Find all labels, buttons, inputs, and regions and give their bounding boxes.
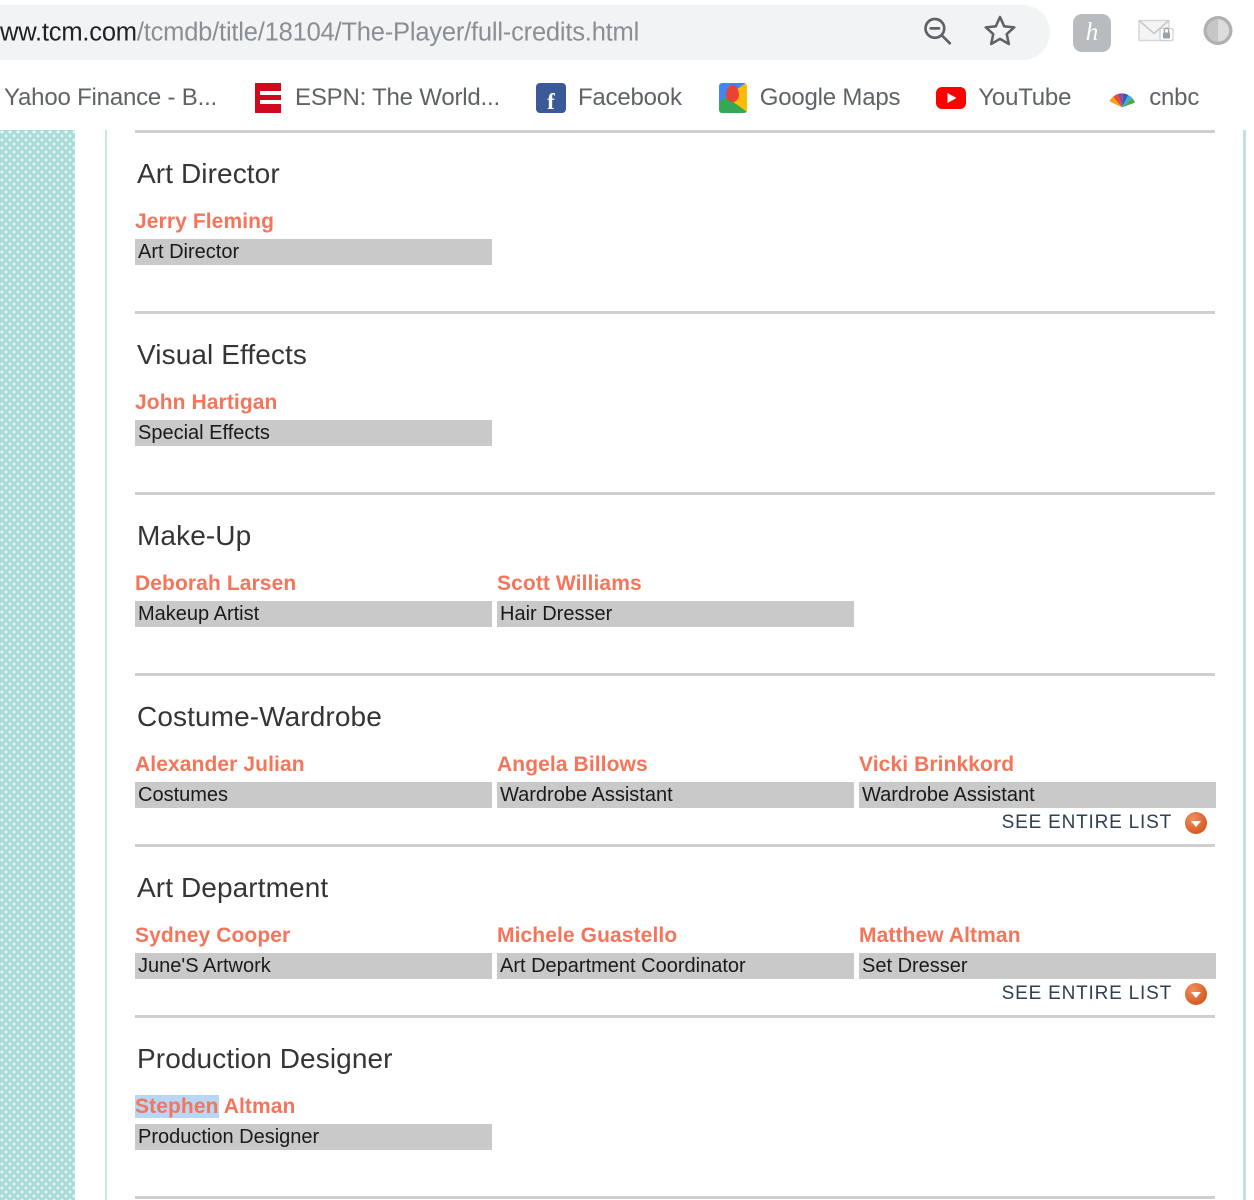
section-title: Production Designer <box>137 1043 393 1074</box>
url-path: /tcmdb/title/18104/The-Player/full-credi… <box>136 18 640 46</box>
chevron-down-icon <box>1185 812 1207 834</box>
bookmark-google-maps[interactable]: Google Maps <box>708 76 911 120</box>
credit-section-production-designer: Production Designer Stephen Altman Produ… <box>135 1015 1215 1196</box>
see-entire-list-button[interactable]: SEE ENTIRE LIST <box>135 808 1215 844</box>
honey-extension-icon[interactable]: h <box>1073 13 1111 52</box>
bookmark-yahoo-finance[interactable]: Yahoo Finance - B... <box>0 76 227 120</box>
credit-section-make-up: Make-Up Deborah Larsen Makeup Artist Sco… <box>135 492 1215 673</box>
see-entire-list-label: SEE ENTIRE LIST <box>1001 983 1172 1004</box>
credit-role: Hair Dresser <box>497 601 854 627</box>
site-background-pattern <box>0 130 75 1200</box>
zoom-out-icon[interactable] <box>920 13 954 52</box>
credit-section-sound: Sound <box>135 1196 1215 1200</box>
bookmark-star-icon[interactable] <box>982 12 1018 53</box>
honey-glyph: h <box>1073 13 1111 52</box>
bookmark-label: cnbc <box>1149 83 1200 111</box>
credit-person-link[interactable]: Jerry Fleming <box>135 210 274 239</box>
bookmark-label: ESPN: The World... <box>295 83 500 111</box>
credit-person-link[interactable]: John Hartigan <box>135 391 277 420</box>
url-text: ww.tcm.com/tcmdb/title/18104/The-Player/… <box>0 18 639 47</box>
url-host: ww.tcm.com <box>0 18 137 46</box>
credit-cell: Jerry Fleming Art Director <box>135 210 497 265</box>
see-entire-list-label: SEE ENTIRE LIST <box>1001 812 1172 833</box>
unselected-text: Altman <box>218 1095 296 1118</box>
profile-avatar-icon[interactable] <box>1199 11 1237 54</box>
credit-grid: Alexander Julian Costumes Angela Billows… <box>135 753 1216 808</box>
credit-section-art-director: Art Director Jerry Fleming Art Director <box>135 130 1215 311</box>
selected-text: Stephen <box>135 1095 219 1118</box>
credit-role: Wardrobe Assistant <box>497 782 854 808</box>
credit-cell: Sydney Cooper June'S Artwork <box>135 924 497 979</box>
bookmark-label: Facebook <box>577 83 682 111</box>
page-viewport: Art Director Jerry Fleming Art Director … <box>0 130 1254 1200</box>
credit-role: Wardrobe Assistant <box>859 782 1216 808</box>
bookmark-espn[interactable]: ESPN: The World... <box>243 76 510 120</box>
credit-cell: Michele Guastello Art Department Coordin… <box>497 924 859 979</box>
credit-section-visual-effects: Visual Effects John Hartigan Special Eff… <box>135 311 1215 492</box>
credit-person-link[interactable]: Vicki Brinkkord <box>859 753 1014 782</box>
bookmark-label: Google Maps <box>759 83 901 111</box>
credit-person-link[interactable]: Stephen Altman <box>135 1095 295 1124</box>
omnibox-row: ww.tcm.com/tcmdb/title/18104/The-Player/… <box>0 0 1254 65</box>
see-entire-list-button[interactable]: SEE ENTIRE LIST <box>135 979 1215 1015</box>
credit-person-link[interactable]: Angela Billows <box>497 753 648 782</box>
google-maps-icon <box>718 82 748 113</box>
address-bar[interactable]: ww.tcm.com/tcmdb/title/18104/The-Player/… <box>0 5 1050 60</box>
credit-cell: Angela Billows Wardrobe Assistant <box>497 753 859 808</box>
credit-person-link[interactable]: Sydney Cooper <box>135 924 290 953</box>
credit-grid: Sydney Cooper June'S Artwork Michele Gua… <box>135 924 1216 979</box>
credit-grid: Jerry Fleming Art Director <box>135 210 1215 265</box>
credit-cell: Deborah Larsen Makeup Artist <box>135 572 497 627</box>
credit-role: Set Dresser <box>859 953 1216 979</box>
secure-mail-extension-icon[interactable] <box>1137 14 1177 51</box>
credit-section-costume-wardrobe: Costume-Wardrobe Alexander Julian Costum… <box>135 673 1216 844</box>
credit-grid: Deborah Larsen Makeup Artist Scott Willi… <box>135 572 1215 627</box>
credit-cell: Alexander Julian Costumes <box>135 753 497 808</box>
bookmark-label: Yahoo Finance - B... <box>4 83 218 111</box>
section-title: Visual Effects <box>137 339 308 370</box>
credit-cell: John Hartigan Special Effects <box>135 391 497 446</box>
credit-cell: Matthew Altman Set Dresser <box>859 924 1224 979</box>
credits-list: Art Director Jerry Fleming Art Director … <box>107 130 1243 1200</box>
credit-role: Art Department Coordinator <box>497 953 854 979</box>
credit-person-link[interactable]: Matthew Altman <box>859 924 1021 953</box>
chevron-down-icon <box>1185 983 1207 1005</box>
section-title: Art Director <box>137 158 280 189</box>
section-title: Make-Up <box>137 520 252 551</box>
bookmark-facebook[interactable]: f Facebook <box>526 76 692 120</box>
credit-person-link[interactable]: Deborah Larsen <box>135 572 296 601</box>
site-gutter-left <box>75 130 105 1200</box>
section-title: Costume-Wardrobe <box>137 701 382 732</box>
credit-grid: John Hartigan Special Effects <box>135 391 1215 446</box>
bookmark-cnbc[interactable]: cnbc <box>1097 76 1209 120</box>
credit-person-link[interactable]: Alexander Julian <box>135 753 305 782</box>
section-title: Art Department <box>137 872 329 903</box>
credit-grid: Stephen Altman Production Designer <box>135 1095 1215 1150</box>
bookmarks-bar: Yahoo Finance - B... ESPN: The World... … <box>0 65 1254 130</box>
espn-icon <box>253 82 283 113</box>
credit-role: Makeup Artist <box>135 601 492 627</box>
credit-role: June'S Artwork <box>135 953 492 979</box>
bookmark-label: YouTube <box>978 83 1072 111</box>
credit-person-link[interactable]: Michele Guastello <box>497 924 677 953</box>
youtube-icon <box>936 83 967 113</box>
browser-chrome: ww.tcm.com/tcmdb/title/18104/The-Player/… <box>0 0 1254 130</box>
facebook-icon: f <box>535 82 566 113</box>
credit-cell: Vicki Brinkkord Wardrobe Assistant <box>859 753 1224 808</box>
bookmark-youtube[interactable]: YouTube <box>926 76 1081 120</box>
credit-role: Production Designer <box>135 1124 492 1150</box>
credit-role: Costumes <box>135 782 492 808</box>
credit-section-art-department: Art Department Sydney Cooper June'S Artw… <box>135 844 1216 1015</box>
credit-cell: Stephen Altman Production Designer <box>135 1095 497 1150</box>
full-credits-content-frame: Art Director Jerry Fleming Art Director … <box>105 130 1246 1200</box>
credit-person-link[interactable]: Scott Williams <box>497 572 642 601</box>
credit-role: Special Effects <box>135 420 492 446</box>
credit-cell: Scott Williams Hair Dresser <box>497 572 859 627</box>
credit-role: Art Director <box>135 239 492 265</box>
nbc-icon <box>1107 83 1137 113</box>
